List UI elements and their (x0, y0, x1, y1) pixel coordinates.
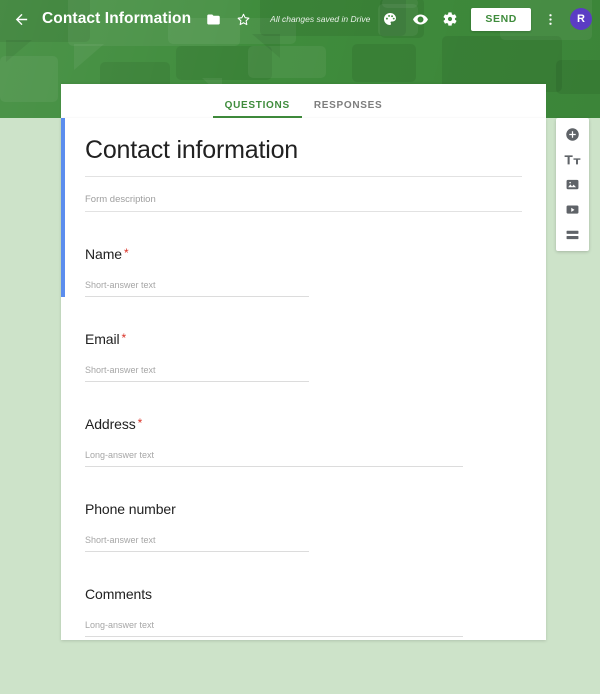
answer-area[interactable]: Short-answer text (85, 535, 522, 552)
tab-responses[interactable]: RESPONSES (302, 100, 395, 118)
answer-area[interactable]: Short-answer text (85, 365, 522, 382)
tab-questions[interactable]: QUESTIONS (212, 100, 303, 118)
answer-underline (85, 636, 463, 637)
answer-area[interactable]: Short-answer text (85, 280, 522, 297)
question-item[interactable]: Name * Short-answer text (85, 212, 522, 297)
answer-placeholder: Short-answer text (85, 535, 156, 545)
answer-placeholder: Short-answer text (85, 365, 156, 375)
question-label[interactable]: Email (85, 331, 120, 347)
add-video-icon[interactable] (556, 197, 589, 222)
send-button[interactable]: SEND (471, 7, 531, 31)
folder-move-icon[interactable] (198, 4, 228, 34)
form-description-input[interactable]: Form description (85, 177, 522, 211)
document-title[interactable]: Contact Information (42, 10, 191, 28)
question-item[interactable]: Phone number Short-answer text (85, 467, 522, 552)
more-vert-icon[interactable] (535, 4, 565, 34)
add-title-icon[interactable] (556, 147, 589, 172)
question-label[interactable]: Comments (85, 586, 152, 602)
gear-settings-icon[interactable] (435, 4, 465, 34)
save-status-text: All changes saved in Drive (270, 14, 371, 24)
answer-placeholder: Short-answer text (85, 280, 156, 290)
required-asterisk: * (121, 331, 127, 345)
arrow-back-icon[interactable] (6, 4, 36, 34)
question-label[interactable]: Address (85, 416, 136, 432)
answer-placeholder: Long-answer text (85, 620, 155, 630)
question-item[interactable]: Comments Long-answer text (85, 552, 522, 637)
question-item[interactable]: Address * Long-answer text (85, 382, 522, 467)
required-asterisk: * (123, 246, 129, 260)
selected-item-accent-bar (61, 118, 65, 297)
add-image-icon[interactable] (556, 172, 589, 197)
question-label[interactable]: Phone number (85, 501, 176, 517)
top-app-bar: Contact Information All changes saved in… (0, 0, 600, 38)
star-outline-icon[interactable] (228, 4, 258, 34)
form-card: Contact information Form description Nam… (61, 118, 546, 640)
add-section-icon[interactable] (556, 222, 589, 247)
avatar[interactable]: R (570, 8, 592, 30)
answer-area[interactable]: Long-answer text (85, 450, 522, 467)
tab-bar: QUESTIONS RESPONSES (61, 84, 546, 118)
question-label[interactable]: Name (85, 246, 122, 262)
eye-preview-icon[interactable] (405, 4, 435, 34)
form-title[interactable]: Contact information (85, 118, 522, 176)
answer-area[interactable]: Long-answer text (85, 620, 522, 637)
answer-placeholder: Long-answer text (85, 450, 155, 460)
question-item[interactable]: Email * Short-answer text (85, 297, 522, 382)
add-question-icon[interactable] (556, 122, 589, 147)
add-item-toolbar (556, 118, 589, 251)
color-palette-icon[interactable] (375, 4, 405, 34)
required-asterisk: * (137, 416, 143, 430)
